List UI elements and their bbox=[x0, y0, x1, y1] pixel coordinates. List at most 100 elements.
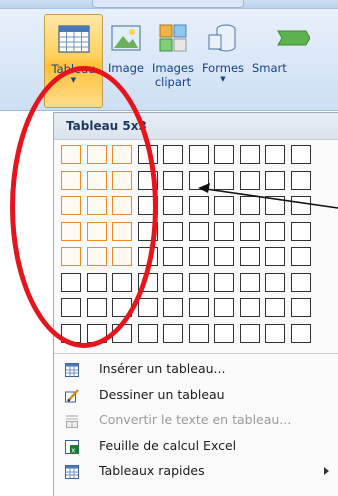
menu-item-draw-table[interactable]: Dessiner un tableau bbox=[54, 383, 338, 408]
grid-cell[interactable] bbox=[163, 221, 183, 241]
grid-cell[interactable] bbox=[265, 247, 285, 266]
grid-cell[interactable] bbox=[188, 298, 209, 317]
grid-cell[interactable] bbox=[163, 170, 183, 190]
grid-cell[interactable] bbox=[265, 145, 285, 164]
grid-cell[interactable] bbox=[137, 196, 158, 215]
grid-cell-selected[interactable] bbox=[112, 196, 132, 215]
grid-cell[interactable] bbox=[265, 221, 285, 241]
grid-cell[interactable] bbox=[290, 272, 311, 292]
grid-cell[interactable] bbox=[265, 196, 285, 215]
grid-cell-selected[interactable] bbox=[86, 247, 107, 266]
grid-cell-selected[interactable] bbox=[61, 196, 81, 215]
menu-item-convert-text[interactable]: Convertir le texte en tableau... bbox=[54, 408, 338, 433]
clipart-icon bbox=[156, 21, 190, 55]
grid-cell[interactable] bbox=[163, 247, 183, 266]
grid-cell[interactable] bbox=[137, 272, 158, 292]
smartart-icon bbox=[276, 21, 311, 55]
grid-cell-selected[interactable] bbox=[112, 247, 132, 266]
grid-cell[interactable] bbox=[137, 247, 158, 266]
tableau-button[interactable]: Tableau ▼ bbox=[44, 14, 103, 108]
grid-cell-selected[interactable] bbox=[112, 145, 132, 164]
grid-cell[interactable] bbox=[188, 221, 209, 241]
grid-cell[interactable] bbox=[137, 221, 158, 241]
ribbon: Tableau ▼ Image Images clipart Formes ▼ … bbox=[0, 0, 338, 111]
clipart-button[interactable]: Images clipart bbox=[149, 14, 197, 106]
grid-cell-selected[interactable] bbox=[86, 170, 107, 190]
convert-text-icon bbox=[65, 413, 79, 428]
grid-cell[interactable] bbox=[214, 323, 234, 343]
table-dropdown: Tableau 5x3 Insérer un tableau... Dessin… bbox=[53, 112, 338, 496]
grid-cell[interactable] bbox=[214, 196, 234, 215]
grid-cell-selected[interactable] bbox=[61, 170, 81, 190]
grid-cell[interactable] bbox=[290, 221, 311, 241]
grid-cell[interactable] bbox=[239, 145, 260, 164]
menu-item-excel-sheet[interactable]: x Feuille de calcul Excel bbox=[54, 434, 338, 459]
grid-cell[interactable] bbox=[214, 170, 234, 190]
grid-cell[interactable] bbox=[137, 323, 158, 343]
grid-cell-selected[interactable] bbox=[61, 247, 81, 266]
grid-cell[interactable] bbox=[290, 247, 311, 266]
grid-cell[interactable] bbox=[61, 272, 81, 292]
grid-cell[interactable] bbox=[188, 323, 209, 343]
grid-cell[interactable] bbox=[214, 221, 234, 241]
image-button[interactable]: Image bbox=[104, 14, 148, 106]
grid-cell-selected[interactable] bbox=[86, 145, 107, 164]
grid-cell[interactable] bbox=[239, 323, 260, 343]
menu-item-insert-table[interactable]: Insérer un tableau... bbox=[54, 357, 338, 382]
grid-cell[interactable] bbox=[265, 272, 285, 292]
grid-cell[interactable] bbox=[265, 298, 285, 317]
grid-cell[interactable] bbox=[290, 145, 311, 164]
submenu-arrow-icon bbox=[324, 467, 329, 475]
grid-cell[interactable] bbox=[163, 323, 183, 343]
grid-cell[interactable] bbox=[239, 196, 260, 215]
grid-cell[interactable] bbox=[188, 196, 209, 215]
grid-cell-selected[interactable] bbox=[61, 145, 81, 164]
grid-cell[interactable] bbox=[86, 323, 107, 343]
grid-cell[interactable] bbox=[290, 196, 311, 215]
grid-cell[interactable] bbox=[214, 145, 234, 164]
grid-cell[interactable] bbox=[188, 145, 209, 164]
grid-cell[interactable] bbox=[290, 170, 311, 190]
grid-cell[interactable] bbox=[112, 272, 132, 292]
dropdown-header: Tableau 5x3 bbox=[54, 113, 338, 140]
menu-item-quick-tables[interactable]: Tableaux rapides bbox=[54, 459, 338, 484]
grid-cell[interactable] bbox=[61, 298, 81, 317]
grid-cell[interactable] bbox=[163, 196, 183, 215]
grid-cell[interactable] bbox=[163, 298, 183, 317]
grid-cell[interactable] bbox=[163, 272, 183, 292]
grid-cell[interactable] bbox=[188, 247, 209, 266]
grid-cell[interactable] bbox=[137, 170, 158, 190]
grid-cell[interactable] bbox=[214, 272, 234, 292]
grid-cell[interactable] bbox=[290, 298, 311, 317]
grid-cell[interactable] bbox=[61, 323, 81, 343]
grid-cell[interactable] bbox=[163, 145, 183, 164]
grid-cell[interactable] bbox=[239, 247, 260, 266]
grid-cell-selected[interactable] bbox=[61, 221, 81, 241]
grid-cell[interactable] bbox=[137, 145, 158, 164]
grid-cell[interactable] bbox=[137, 298, 158, 317]
grid-cell-selected[interactable] bbox=[112, 221, 132, 241]
grid-cell-selected[interactable] bbox=[112, 170, 132, 190]
grid-cell[interactable] bbox=[188, 170, 209, 190]
grid-cell[interactable] bbox=[239, 170, 260, 190]
grid-cell[interactable] bbox=[290, 323, 311, 343]
pencil-icon bbox=[65, 388, 79, 402]
grid-cell[interactable] bbox=[214, 247, 234, 266]
grid-cell[interactable] bbox=[239, 221, 260, 241]
grid-cell-selected[interactable] bbox=[86, 221, 107, 241]
smartart-button[interactable]: Smart bbox=[250, 14, 338, 106]
grid-cell[interactable] bbox=[86, 272, 107, 292]
table-grid[interactable] bbox=[61, 145, 317, 347]
formes-button[interactable]: Formes ▼ bbox=[198, 14, 248, 106]
grid-cell[interactable] bbox=[188, 272, 209, 292]
grid-cell[interactable] bbox=[239, 298, 260, 317]
grid-cell[interactable] bbox=[86, 298, 107, 317]
grid-cell[interactable] bbox=[112, 298, 132, 317]
grid-cell[interactable] bbox=[265, 323, 285, 343]
grid-cell-selected[interactable] bbox=[86, 196, 107, 215]
grid-cell[interactable] bbox=[239, 272, 260, 292]
grid-cell[interactable] bbox=[214, 298, 234, 317]
grid-cell[interactable] bbox=[265, 170, 285, 190]
table-icon bbox=[65, 362, 79, 377]
grid-cell[interactable] bbox=[112, 323, 132, 343]
